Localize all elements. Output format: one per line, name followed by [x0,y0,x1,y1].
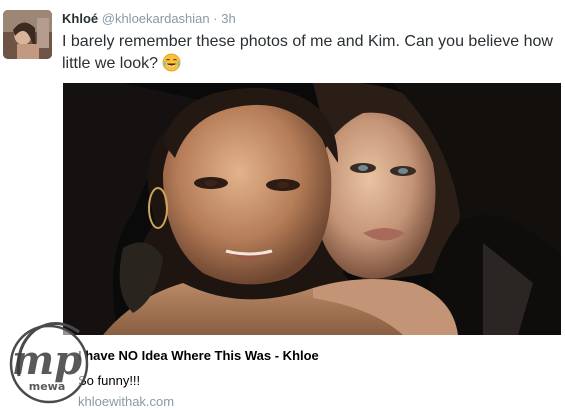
header-separator: · [213,11,218,26]
svg-text:mp: mp [12,337,82,384]
tweet-photo[interactable] [63,83,561,335]
avatar-photo [3,10,52,59]
watermark-logo: mp mewa [5,306,97,406]
tweet-header: Khloé @khloekardashian · 3h [62,11,236,27]
tweet-timestamp[interactable]: 3h [221,11,235,26]
author-name[interactable]: Khloé [62,11,98,26]
tweet: Khloé @khloekardashian · 3h I barely rem… [0,0,565,413]
tweet-text-block: I barely remember these photos of me and… [62,31,557,75]
card-title[interactable]: I have NO Idea Where This Was - Khloe [78,348,319,364]
tweet-text: I barely remember these photos of me and… [62,33,553,72]
photo-image [63,83,561,335]
author-avatar[interactable] [3,10,52,59]
author-handle[interactable]: @khloekardashian [102,11,210,26]
face-with-tears-of-joy-icon [162,53,181,72]
svg-text:mewa: mewa [29,380,66,393]
